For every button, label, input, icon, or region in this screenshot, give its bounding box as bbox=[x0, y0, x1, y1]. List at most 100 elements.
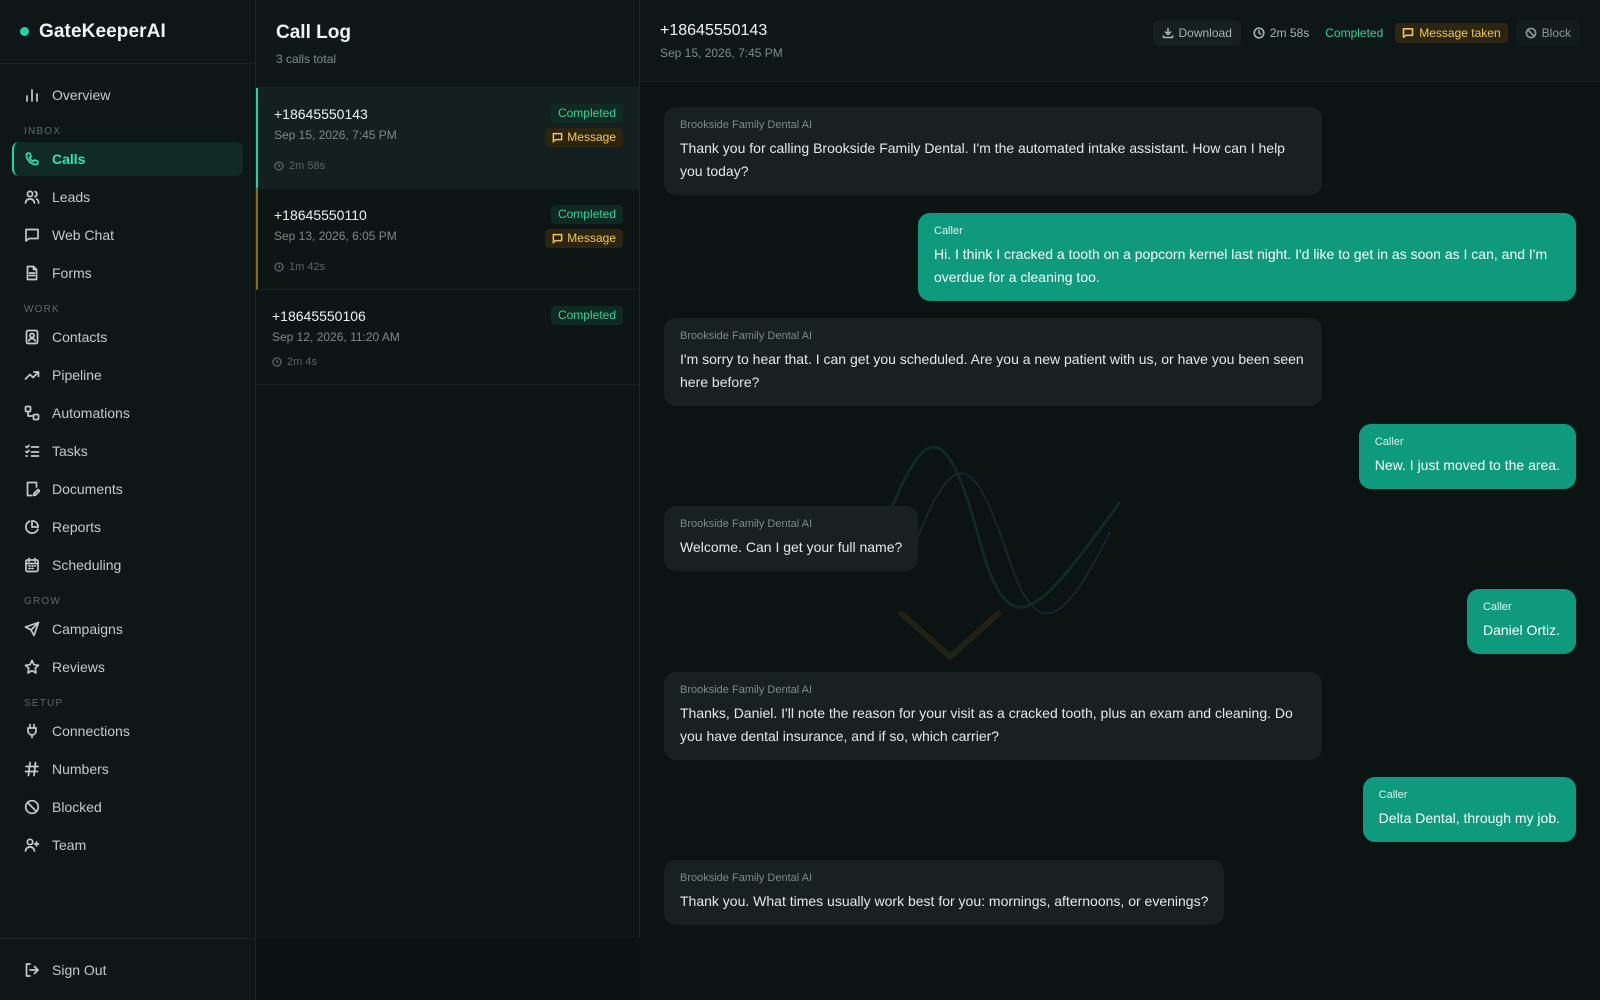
brand-name: GateKeeperAI bbox=[39, 20, 166, 42]
sidebar-item-automations[interactable]: Automations bbox=[12, 396, 243, 430]
message-text: New. I just moved to the area. bbox=[1374, 457, 1560, 473]
sidebar-item-forms[interactable]: Forms bbox=[12, 256, 243, 290]
sidebar-item-scheduling[interactable]: Scheduling bbox=[12, 548, 243, 582]
bar-chart-icon bbox=[24, 87, 40, 103]
call-duration: 1m 42s bbox=[274, 261, 623, 273]
call-row[interactable]: +18645550110 Sep 13, 2026, 6:05 PM 1m 42… bbox=[256, 189, 639, 290]
message-icon bbox=[552, 233, 563, 244]
ban-icon bbox=[1525, 27, 1537, 39]
call-detail-date: Sep 15, 2026, 7:45 PM bbox=[660, 46, 783, 60]
message-speaker: Caller bbox=[1374, 436, 1404, 448]
message-speaker: Caller bbox=[934, 225, 963, 237]
nav-section-setup: SETUP bbox=[24, 698, 64, 709]
message-text: Daniel Ortiz. bbox=[1482, 622, 1560, 638]
user-plus-icon bbox=[24, 837, 40, 853]
sidebar-item-label: Reports bbox=[52, 519, 102, 535]
status-badge: Completed bbox=[550, 306, 623, 325]
sidebar-item-team[interactable]: Team bbox=[12, 828, 243, 862]
message-taken-label: Message taken bbox=[1419, 26, 1501, 40]
brand-status-dot bbox=[20, 27, 29, 36]
sidebar-item-reviews[interactable]: Reviews bbox=[12, 650, 243, 684]
file-edit-icon bbox=[24, 481, 40, 497]
message-text: Delta Dental, through my job. bbox=[1378, 810, 1560, 826]
status-badge: Completed bbox=[1325, 26, 1384, 40]
brand: GateKeeperAI bbox=[0, 0, 255, 64]
message-badge: Message bbox=[545, 229, 623, 248]
sidebar-item-contacts[interactable]: Contacts bbox=[12, 320, 243, 354]
message-speaker: Brookside Family Dental AI bbox=[680, 518, 813, 530]
sign-out-button[interactable]: Sign Out bbox=[12, 953, 243, 987]
nav-section-inbox: INBOX bbox=[24, 126, 62, 137]
star-icon bbox=[24, 659, 40, 675]
workflow-icon bbox=[24, 405, 40, 421]
block-button[interactable]: Block bbox=[1515, 20, 1580, 46]
message-speaker: Brookside Family Dental AI bbox=[680, 872, 813, 884]
transcript-message-caller: Caller New. I just moved to the area. bbox=[1358, 424, 1576, 489]
call-badges: Completed Message bbox=[545, 205, 623, 248]
call-log-panel: Call Log 3 calls total +18645550143 Sep … bbox=[256, 0, 640, 938]
message-text: Hi. I think I cracked a tooth on a popco… bbox=[934, 246, 1548, 285]
sidebar-item-documents[interactable]: Documents bbox=[12, 472, 243, 506]
sidebar-item-label: Automations bbox=[52, 405, 130, 421]
calendar-icon bbox=[24, 557, 40, 573]
pie-chart-icon bbox=[24, 519, 40, 535]
phone-icon bbox=[24, 151, 40, 167]
call-row[interactable]: +18645550143 Sep 15, 2026, 7:45 PM 2m 58… bbox=[256, 88, 639, 189]
download-button[interactable]: Download bbox=[1152, 20, 1241, 46]
sidebar-item-label: Tasks bbox=[52, 443, 88, 459]
call-duration: 2m 58s bbox=[274, 160, 623, 172]
block-label: Block bbox=[1541, 26, 1571, 40]
sidebar-item-web-chat[interactable]: Web Chat bbox=[12, 218, 243, 252]
sidebar-item-label: Forms bbox=[52, 265, 92, 281]
sidebar-item-blocked[interactable]: Blocked bbox=[12, 790, 243, 824]
sign-out-label: Sign Out bbox=[52, 961, 107, 978]
transcript-message-ai: Brookside Family Dental AI Welcome. Can … bbox=[664, 506, 919, 571]
call-date: Sep 12, 2026, 11:20 AM bbox=[272, 330, 400, 344]
transcript-message-ai: Brookside Family Dental AI Thank you for… bbox=[664, 107, 1322, 195]
call-detail-actions: Download 2m 58s Completed Message taken … bbox=[1152, 20, 1580, 46]
transcript-message-caller: Caller Daniel Ortiz. bbox=[1466, 589, 1576, 654]
sidebar-item-overview[interactable]: Overview bbox=[12, 78, 243, 112]
call-duration-text: 2m 58s bbox=[289, 160, 326, 172]
message-badge-label: Message bbox=[567, 231, 616, 245]
contact-card-icon bbox=[24, 329, 40, 345]
sidebar-item-label: Contacts bbox=[52, 329, 108, 345]
transcript-message-ai: Brookside Family Dental AI Thanks, Danie… bbox=[664, 672, 1322, 760]
call-duration-text: 1m 42s bbox=[289, 261, 326, 273]
sidebar-item-leads[interactable]: Leads bbox=[12, 180, 243, 214]
message-taken-badge: Message taken bbox=[1395, 23, 1508, 43]
sidebar-item-label: Calls bbox=[52, 151, 86, 167]
sidebar-item-label: Campaigns bbox=[52, 621, 123, 637]
download-icon bbox=[1162, 27, 1173, 39]
message-text: I'm sorry to hear that. I can get you sc… bbox=[680, 351, 1304, 390]
message-text: Welcome. Can I get your full name? bbox=[680, 539, 903, 555]
message-speaker: Brookside Family Dental AI bbox=[680, 684, 813, 696]
transcript-message-ai: Brookside Family Dental AI Thank you. Wh… bbox=[664, 860, 1225, 925]
transcript-message-caller: Caller Hi. I think I cracked a tooth on … bbox=[918, 213, 1576, 301]
message-icon bbox=[552, 132, 563, 143]
sidebar-item-campaigns[interactable]: Campaigns bbox=[12, 612, 243, 646]
call-log-header: Call Log 3 calls total bbox=[256, 0, 639, 88]
sidebar-item-label: Connections bbox=[52, 723, 130, 739]
message-text: Thank you. What times usually work best … bbox=[680, 893, 1209, 909]
message-speaker: Caller bbox=[1482, 601, 1512, 613]
call-badges: Completed bbox=[550, 306, 623, 325]
send-icon bbox=[24, 621, 40, 637]
message-icon bbox=[1402, 28, 1414, 39]
message-text: Thanks, Daniel. I'll note the reason for… bbox=[680, 705, 1293, 744]
call-row[interactable]: +18645550106 Sep 12, 2026, 11:20 AM 2m 4… bbox=[256, 290, 639, 385]
sidebar-item-reports[interactable]: Reports bbox=[12, 510, 243, 544]
status-badge: Completed bbox=[550, 205, 623, 224]
sidebar-item-label: Documents bbox=[52, 481, 123, 497]
clock-icon bbox=[274, 262, 284, 272]
sidebar-item-connections[interactable]: Connections bbox=[12, 714, 243, 748]
message-speaker: Brookside Family Dental AI bbox=[680, 330, 813, 342]
clock-icon bbox=[1253, 27, 1265, 39]
sidebar-item-pipeline[interactable]: Pipeline bbox=[12, 358, 243, 392]
sidebar-item-numbers[interactable]: Numbers bbox=[12, 752, 243, 786]
sidebar-item-tasks[interactable]: Tasks bbox=[12, 434, 243, 468]
call-detail-panel: +18645550143 Sep 15, 2026, 7:45 PM Downl… bbox=[640, 0, 1600, 1000]
sidebar-item-calls[interactable]: Calls bbox=[12, 142, 243, 176]
hash-icon bbox=[24, 761, 40, 777]
transcript-message-caller: Caller Delta Dental, through my job. bbox=[1362, 777, 1576, 842]
